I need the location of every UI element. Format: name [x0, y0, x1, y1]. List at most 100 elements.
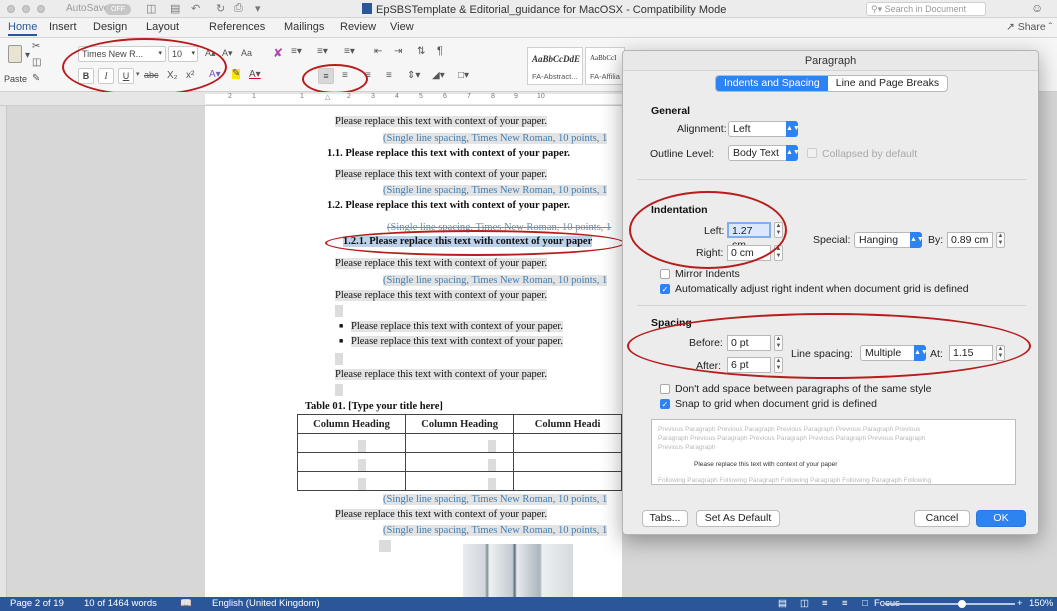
paste-dropdown-icon[interactable]: ▾	[25, 50, 30, 61]
ok-button[interactable]: OK	[976, 510, 1026, 527]
right-indent-stepper[interactable]: ▲ ▼	[774, 245, 783, 261]
cancel-button[interactable]: Cancel	[914, 510, 970, 527]
paste-icon[interactable]	[8, 45, 22, 63]
align-right-icon[interactable]: ≡	[365, 70, 371, 81]
table-cell[interactable]	[296, 452, 407, 472]
dont-add-space-checkbox[interactable]	[660, 384, 670, 394]
bullet-text[interactable]: Please replace this text with context of…	[351, 336, 563, 347]
instruction-note[interactable]: (Single line spacing, Times New Roman, 1…	[387, 222, 611, 233]
align-center-icon[interactable]: ≡	[342, 70, 348, 81]
snap-to-grid-checkbox[interactable]: ✓	[660, 399, 670, 409]
tab-layout[interactable]: Layout	[146, 21, 179, 33]
print-layout-icon[interactable]: ▤	[778, 598, 787, 609]
table-header-cell[interactable]: Column Heading	[296, 414, 407, 434]
by-field[interactable]: 0.89 cm	[947, 232, 993, 248]
undo-icon[interactable]: ↶	[191, 2, 200, 15]
grow-font-icon[interactable]: A▴	[205, 48, 216, 59]
redo-icon[interactable]: ↻	[216, 2, 225, 15]
tab-review[interactable]: Review	[340, 21, 376, 33]
table-cell[interactable]	[513, 433, 622, 453]
tab-indents-spacing[interactable]: Indents and Spacing	[716, 76, 828, 91]
chevron-down-icon[interactable]: ▾	[136, 70, 140, 78]
spacing-before-field[interactable]: 0 pt	[727, 335, 771, 351]
cut-icon[interactable]: ✂	[32, 41, 40, 52]
autosave-toggle[interactable]: OFF	[105, 4, 131, 15]
align-left-button[interactable]: ≡	[318, 68, 334, 84]
document-page[interactable]: Please replace this text with context of…	[205, 106, 625, 597]
multilevel-list-icon[interactable]: ≡▾	[344, 46, 355, 57]
left-indent-field[interactable]: 1.27 cm	[727, 222, 771, 251]
table-cell[interactable]	[513, 452, 622, 472]
save-icon[interactable]: ▤	[170, 2, 180, 15]
instruction-note[interactable]: (Single line spacing, Times New Roman, 1…	[383, 275, 608, 286]
spacing-before-stepper[interactable]: ▲ ▼	[774, 335, 783, 351]
alignment-select[interactable]: Left ▲▼	[728, 121, 800, 137]
italic-button[interactable]: I	[98, 68, 114, 84]
table-cell[interactable]	[513, 471, 622, 491]
bold-button[interactable]: B	[78, 68, 94, 84]
line-spacing-at-field[interactable]: 1.15	[949, 345, 993, 361]
zoom-in-icon[interactable]: +	[1017, 598, 1023, 609]
table-caption[interactable]: Table 01. [Type your title here]	[305, 401, 443, 412]
tab-mailings[interactable]: Mailings	[284, 21, 324, 33]
instruction-note[interactable]: (Single line spacing, Times New Roman, 1…	[383, 494, 608, 505]
customize-toolbar-icon[interactable]: ▾	[255, 2, 261, 15]
collapsed-checkbox[interactable]	[807, 148, 817, 158]
sort-icon[interactable]: ⇅	[417, 46, 425, 57]
font-color-icon[interactable]: A▾	[249, 69, 261, 80]
focus-icon[interactable]: □	[862, 598, 868, 609]
numbering-icon[interactable]: ≡▾	[317, 46, 328, 57]
instruction-note[interactable]: (Single line spacing, Times New Roman, 1…	[383, 133, 608, 144]
library-bookshelf-image[interactable]	[463, 544, 573, 597]
right-indent-field[interactable]: 0 cm	[727, 245, 771, 261]
word-count[interactable]: 10 of 1464 words	[84, 598, 157, 609]
line-spacing-select[interactable]: Multiple ▲▼	[860, 345, 928, 361]
body-text[interactable]: Please replace this text with context of…	[335, 258, 547, 269]
table-cell[interactable]	[296, 433, 407, 453]
left-indent-stepper[interactable]: ▲ ▼	[774, 222, 783, 238]
strikethrough-button[interactable]: abc	[144, 70, 159, 80]
heading-1-2-1[interactable]: 1.2.1. Please replace this text with con…	[343, 236, 593, 247]
format-painter-icon[interactable]: ✎	[32, 73, 40, 84]
style-card-abstract[interactable]: AaBbCcDdE FA-Abstract...	[527, 47, 583, 85]
zoom-window-button[interactable]	[37, 5, 45, 13]
bullets-icon[interactable]: ≡▾	[291, 46, 302, 57]
underline-button[interactable]: U	[118, 68, 134, 84]
share-button[interactable]: ↗ Share ˆ	[1006, 21, 1052, 33]
table-cell[interactable]	[405, 433, 515, 453]
print-icon[interactable]: ⎙	[234, 2, 243, 15]
proofing-icon[interactable]: 📖	[180, 598, 192, 609]
table-header-cell[interactable]: Column Heading	[405, 414, 515, 434]
line-spacing-at-stepper[interactable]: ▲ ▼	[996, 345, 1005, 361]
subscript-button[interactable]: X₂	[167, 70, 178, 81]
table-cell[interactable]	[296, 471, 407, 491]
body-text[interactable]: Please replace this text with context of…	[335, 509, 547, 520]
page-count[interactable]: Page 2 of 19	[10, 598, 64, 609]
line-spacing-icon[interactable]: ⇕▾	[407, 70, 420, 81]
body-text[interactable]: Please replace this text with context of…	[335, 369, 547, 380]
draft-view-icon[interactable]: ≡	[842, 598, 848, 609]
font-name-select[interactable]: Times New R... ▾	[78, 46, 166, 62]
decrease-indent-icon[interactable]: ⇤	[374, 46, 382, 57]
home-icon[interactable]: ◫	[146, 2, 156, 15]
horizontal-ruler[interactable]: 2 1 1 △ 2 3 4 5 6 7 8 9 10	[0, 92, 622, 106]
increase-indent-icon[interactable]: ⇥	[394, 46, 402, 57]
heading-1-2[interactable]: 1.2. Please replace this text with conte…	[327, 200, 570, 211]
body-text[interactable]: Please replace this text with context of…	[335, 116, 547, 127]
clear-formatting-icon[interactable]: ✘	[273, 46, 283, 60]
table-cell[interactable]	[405, 471, 515, 491]
auto-adjust-checkbox[interactable]: ✓	[660, 284, 670, 294]
superscript-button[interactable]: x²	[186, 70, 194, 81]
account-icon[interactable]: ☺	[1031, 1, 1043, 15]
tab-insert[interactable]: Insert	[49, 21, 77, 33]
change-case-icon[interactable]: Aa	[241, 48, 252, 58]
outline-view-icon[interactable]: ≡	[822, 598, 828, 609]
close-window-button[interactable]	[7, 5, 15, 13]
justify-icon[interactable]: ≡	[386, 70, 392, 81]
tab-line-page-breaks[interactable]: Line and Page Breaks	[828, 76, 947, 91]
shading-icon[interactable]: ◢▾	[432, 70, 445, 81]
borders-icon[interactable]: □▾	[458, 70, 469, 81]
bullet-text[interactable]: Please replace this text with context of…	[351, 321, 563, 332]
show-formatting-icon[interactable]: ¶	[437, 45, 443, 57]
set-as-default-button[interactable]: Set As Default	[696, 510, 780, 527]
